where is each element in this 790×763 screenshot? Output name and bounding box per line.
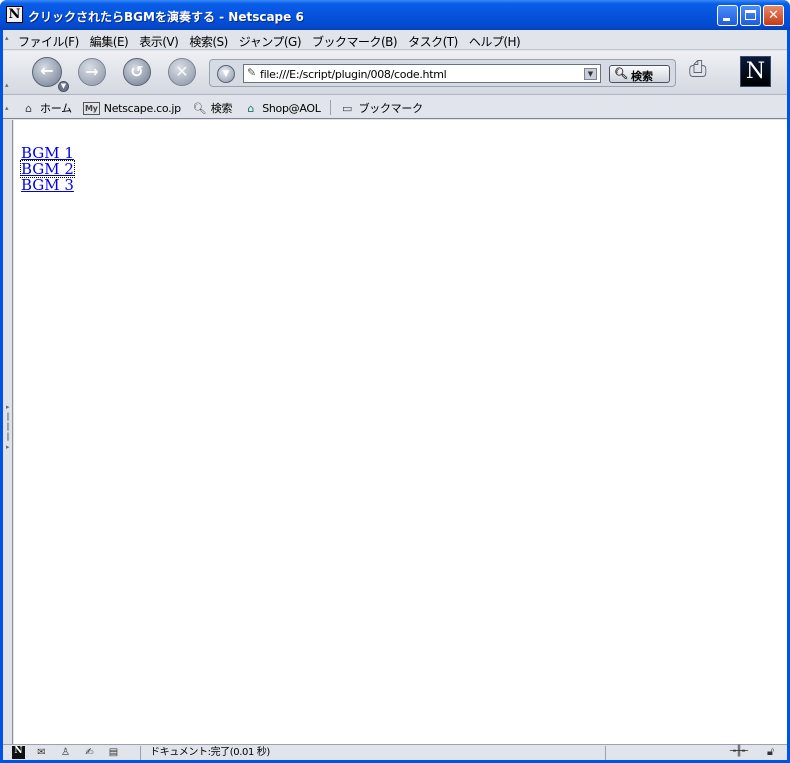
reload-icon: ↺ — [130, 62, 144, 81]
toolbar-item-label: ホーム — [40, 102, 72, 115]
page-content: BGM 1 BGM 2 BGM 3 — [14, 120, 787, 744]
lock-icon[interactable]: 🔓︎ — [767, 745, 774, 759]
toolbar-item-netscape[interactable]: My Netscape.co.jp — [82, 100, 181, 116]
menu-go[interactable]: ジャンプ(G) — [239, 33, 302, 50]
maximize-icon — [745, 10, 756, 20]
menu-search[interactable]: 検索(S) — [189, 33, 228, 50]
url-box[interactable]: ✎ ▼ — [243, 64, 601, 83]
shop-icon: ⌂ — [247, 101, 255, 115]
url-go-button[interactable]: ▼ — [217, 65, 235, 83]
toolbar-item-search[interactable]: 🔍︎ 検索 — [192, 100, 232, 116]
stop-icon: ✕ — [175, 62, 189, 81]
search-icon: 🔍︎ — [614, 67, 628, 80]
navbar-grip-icon[interactable]: ▴ — [5, 81, 13, 89]
toolbar-item-label: Netscape.co.jp — [103, 101, 181, 115]
forward-button[interactable]: → — [78, 58, 106, 86]
chevron-down-icon: ▼ — [587, 70, 594, 78]
menu-help[interactable]: ヘルプ(H) — [469, 33, 521, 50]
home-icon: ⌂ — [25, 101, 32, 115]
search-button-label: 検索 — [631, 70, 653, 83]
title-bar[interactable]: N クリックされたらBGMを演奏する - Netscape 6 ✕ — [0, 0, 790, 30]
stop-button[interactable]: ✕ — [168, 58, 196, 86]
status-bar: N ✉ ♙ ✍ ▤ ドキュメント:完了(0.01 秒) ╼╫╾ 🔓︎ — [3, 744, 787, 760]
online-status-icon[interactable]: ╼╫╾ — [730, 746, 748, 757]
navigation-toolbar: ▴ ← ▼ → ↺ ✕ ▼ ✎ ▼ 🔍︎ 検索 ⎙ N — [3, 51, 787, 95]
url-history-dropdown[interactable]: ▼ — [584, 68, 597, 80]
print-icon[interactable]: ⎙ — [689, 57, 719, 85]
personalbar-grip-icon[interactable]: ▴ — [5, 104, 13, 112]
menubar-grip-icon[interactable]: ▴ — [5, 34, 13, 42]
mail-icon[interactable]: ✉ — [34, 746, 49, 759]
bgm-link-3[interactable]: BGM 3 — [21, 177, 74, 193]
search-button[interactable]: 🔍︎ 検索 — [609, 65, 670, 83]
menu-items: ファイル(F) 編集(E) 表示(V) 検索(S) ジャンプ(G) ブックマーク… — [18, 33, 521, 50]
browser-client: ▴ ファイル(F) 編集(E) 表示(V) 検索(S) ジャンプ(G) ブックマ… — [3, 30, 787, 760]
netscape-app-icon[interactable]: N — [6, 6, 23, 23]
composer-icon[interactable]: ▤ — [106, 746, 121, 759]
search-icon: 🔍︎ — [192, 101, 207, 115]
url-input[interactable] — [260, 67, 580, 82]
personal-toolbar: ▴ ⌂ ホーム My Netscape.co.jp 🔍︎ 検索 ⌂ Shop@A… — [3, 96, 787, 119]
toolbar-item-shop[interactable]: ⌂ Shop@AOL — [243, 100, 321, 116]
sidebar-splitter[interactable]: ▸ ║ ║ ║ ▸ — [3, 120, 13, 744]
my-netscape-icon: My — [82, 101, 100, 115]
splitter-grip-icon[interactable]: ▸ ║ ║ ║ ▸ — [6, 402, 10, 452]
bgm-link-list: BGM 1 BGM 2 BGM 3 — [20, 145, 75, 193]
window-title: クリックされたらBGMを演奏する - Netscape 6 — [28, 10, 304, 24]
menu-edit[interactable]: 編集(E) — [90, 33, 129, 50]
close-icon: ✕ — [768, 8, 779, 23]
forward-arrow-icon: → — [85, 62, 99, 81]
minimize-button[interactable] — [717, 5, 738, 26]
toolbar-item-label: ブックマーク — [358, 102, 424, 115]
status-text: ドキュメント:完了(0.01 秒) — [140, 746, 605, 760]
menu-bar: ▴ ファイル(F) 編集(E) 表示(V) 検索(S) ジャンプ(G) ブックマ… — [3, 30, 787, 50]
close-button[interactable]: ✕ — [763, 5, 784, 26]
chevron-down-icon: ▼ — [60, 82, 67, 90]
toolbar-item-label: Shop@AOL — [262, 101, 321, 115]
menu-bookmarks[interactable]: ブックマーク(B) — [312, 33, 398, 50]
back-button[interactable]: ← — [32, 57, 62, 87]
back-arrow-icon: ← — [40, 61, 54, 80]
toolbar-item-bookmarks[interactable]: ▭ ブックマーク — [340, 100, 423, 116]
reload-button[interactable]: ↺ — [123, 58, 151, 86]
address-book-icon[interactable]: ✍ — [82, 746, 97, 759]
toolbar-separator — [329, 100, 331, 115]
back-history-dropdown[interactable]: ▼ — [58, 81, 69, 92]
netscape-logo[interactable]: N — [740, 56, 771, 87]
menu-view[interactable]: 表示(V) — [139, 33, 179, 50]
page-proxy-icon[interactable]: ✎ — [247, 66, 261, 81]
bgm-link-2[interactable]: BGM 2 — [20, 160, 75, 178]
maximize-button[interactable] — [740, 5, 761, 26]
toolbar-item-label: 検索 — [210, 102, 233, 115]
instant-messenger-icon[interactable]: ♙ — [58, 746, 73, 759]
status-progress-cell — [605, 746, 725, 760]
toolbar-item-home[interactable]: ⌂ ホーム — [21, 100, 72, 116]
navigator-icon[interactable]: N — [12, 746, 25, 759]
menu-file[interactable]: ファイル(F) — [18, 33, 79, 50]
url-bar-container: ▼ ✎ ▼ 🔍︎ 検索 — [209, 59, 676, 87]
folder-icon: ▭ — [342, 101, 353, 115]
menu-tasks[interactable]: タスク(T) — [408, 33, 458, 50]
minimize-icon — [723, 18, 730, 21]
chevron-down-icon: ▼ — [222, 69, 230, 79]
component-bar: N ✉ ♙ ✍ ▤ — [12, 746, 121, 759]
personal-toolbar-items: ⌂ ホーム My Netscape.co.jp 🔍︎ 検索 ⌂ Shop@AOL — [21, 100, 434, 116]
browser-window: N クリックされたらBGMを演奏する - Netscape 6 ✕ ▴ ファイル… — [0, 0, 790, 763]
bgm-link-1[interactable]: BGM 1 — [21, 145, 74, 161]
